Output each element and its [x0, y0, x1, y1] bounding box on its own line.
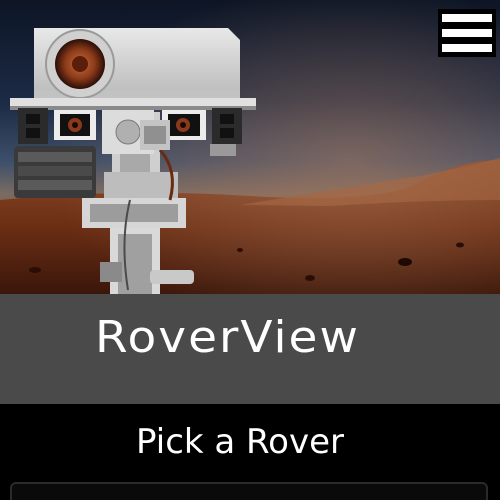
hero-rover-image — [0, 0, 500, 294]
menu-icon-bar-top — [442, 14, 492, 22]
pick-rover-label: Pick a Rover — [136, 422, 344, 462]
brand-title: RoverView — [95, 312, 360, 364]
menu-icon-bar-middle — [442, 29, 492, 37]
app-root: RoverView Pick a Rover — [0, 0, 500, 500]
title-band: RoverView — [0, 294, 500, 404]
rover-select-dropdown[interactable] — [10, 482, 488, 500]
menu-icon-bar-bottom — [442, 44, 492, 52]
hamburger-menu-button[interactable] — [438, 9, 496, 57]
